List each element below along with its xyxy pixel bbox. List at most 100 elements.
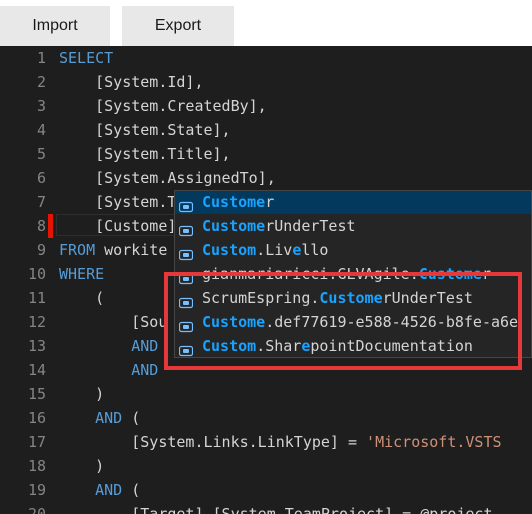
label-text: ScrumEspring. — [202, 289, 320, 307]
sql-keyword: SELECT — [59, 49, 114, 67]
code-line[interactable]: 17 [System.Links.LinkType] = 'Microsoft.… — [0, 430, 532, 454]
code-text: [Sou — [59, 310, 167, 334]
code-text: AND ( — [59, 478, 140, 502]
code-line[interactable]: 5 [System.Title], — [0, 142, 532, 166]
import-button[interactable]: Import — [0, 6, 110, 46]
line-number: 16 — [27, 409, 46, 427]
line-number: 8 — [36, 217, 46, 235]
autocomplete-item[interactable]: Custome.def77619-e588-4526-b8fe-a6e — [175, 310, 531, 334]
code-text: [System.Id], — [59, 70, 204, 94]
code-line[interactable]: 19 AND ( — [0, 478, 532, 502]
autocomplete-item-label: Customer — [202, 191, 275, 214]
sql-keyword: AND — [95, 481, 123, 499]
autocomplete-item[interactable]: Customer — [175, 191, 531, 214]
code-text: AND — [59, 334, 158, 358]
line-number: 11 — [27, 289, 46, 307]
line-number: 19 — [27, 481, 46, 499]
code-token: [Target].[System.TeamProject] = @project — [59, 505, 493, 514]
code-line[interactable]: 15 ) — [0, 382, 532, 406]
toolbar: Import Export — [0, 0, 532, 46]
code-line[interactable]: 20 [Target].[System.TeamProject] = @proj… — [0, 502, 532, 514]
autocomplete-item-label: CustomerUnderTest — [202, 214, 356, 238]
label-text: r — [265, 193, 275, 211]
match-highlight: Custom — [202, 337, 257, 355]
code-token: [System.CreatedBy], — [59, 97, 267, 115]
code-token: ( — [122, 481, 141, 499]
code-token: [System.AssignedTo], — [59, 169, 276, 187]
code-text: SELECT — [59, 46, 113, 70]
code-token: ( — [122, 409, 141, 427]
code-token: ) — [59, 457, 105, 475]
autocomplete-item-label: Custom.Livello — [202, 238, 328, 262]
line-number: 10 — [27, 265, 46, 283]
code-text: [System.Links.LinkType] = 'Microsoft.VST… — [59, 430, 502, 454]
code-token: [Custome] — [59, 217, 177, 235]
label-text: .def77619-e588-4526-b8fe-a6e — [265, 313, 519, 331]
code-line[interactable]: 16 AND ( — [0, 406, 532, 430]
sql-keyword: AND — [59, 361, 159, 379]
match-highlight: Custome — [418, 265, 482, 283]
code-text: FROM workite — [59, 238, 167, 262]
sql-keyword: FROM — [59, 241, 96, 259]
autocomplete-item-label: Custom.SharepointDocumentation — [202, 334, 473, 357]
field-icon — [178, 340, 194, 357]
sql-keyword: AND — [95, 409, 123, 427]
label-text: llo — [301, 241, 329, 259]
sql-keyword: AND — [59, 337, 159, 355]
line-number: 5 — [36, 145, 46, 163]
label-text: r — [481, 265, 491, 283]
code-line[interactable]: 1 SELECT — [0, 46, 532, 70]
label-text: gianmariaricci.GLVAgile. — [202, 265, 419, 283]
code-line[interactable]: 14 AND — [0, 358, 532, 382]
line-number: 3 — [36, 97, 46, 115]
code-line[interactable]: 2 [System.Id], — [0, 70, 532, 94]
field-icon — [178, 316, 194, 333]
autocomplete-item[interactable]: Custom.SharepointDocumentation — [175, 334, 531, 357]
label-text: pointDocumentation — [310, 337, 473, 355]
code-line[interactable]: 3 [System.CreatedBy], — [0, 94, 532, 118]
code-text: [Custome] — [59, 214, 176, 238]
code-token: [System.State], — [59, 121, 231, 139]
code-text: AND ( — [59, 406, 140, 430]
field-icon — [178, 268, 194, 285]
code-text: [System.Title], — [59, 142, 231, 166]
match-highlight: Custome — [202, 313, 266, 331]
line-number: 4 — [36, 121, 46, 139]
field-icon — [178, 220, 194, 237]
label-text: .Liv — [256, 241, 293, 259]
export-button[interactable]: Export — [122, 6, 234, 46]
autocomplete-item[interactable]: ScrumEspring.CustomerUnderTest — [175, 286, 531, 310]
line-number: 20 — [27, 505, 46, 514]
autocomplete-item-label: ScrumEspring.CustomerUnderTest — [202, 286, 473, 310]
code-line[interactable]: 6 [System.AssignedTo], — [0, 166, 532, 190]
sql-keyword: WHERE — [59, 265, 105, 283]
autocomplete-item[interactable]: Custom.Livello — [175, 238, 531, 262]
label-text: rUnderTest — [382, 289, 473, 307]
code-text: WHERE — [59, 262, 104, 286]
autocomplete-item[interactable]: gianmariaricci.GLVAgile.Customer — [175, 262, 531, 286]
code-line[interactable]: 4 [System.State], — [0, 118, 532, 142]
code-token: [System.Links.LinkType] = — [59, 433, 367, 451]
code-token: [System.Title], — [59, 145, 231, 163]
autocomplete-item-label: gianmariaricci.GLVAgile.Customer — [202, 262, 491, 286]
autocomplete-item-label: Custome.def77619-e588-4526-b8fe-a6e — [202, 310, 518, 334]
code-text: [System.CreatedBy], — [59, 94, 267, 118]
autocomplete-item[interactable]: CustomerUnderTest — [175, 214, 531, 238]
string-literal: 'Microsoft.VSTS — [366, 433, 502, 451]
code-line[interactable]: 18 ) — [0, 454, 532, 478]
code-token: [System.Id], — [59, 73, 204, 91]
code-token: workite — [95, 241, 168, 259]
code-token: [Sou — [59, 313, 168, 331]
line-number: 7 — [36, 193, 46, 211]
line-number: 14 — [27, 361, 46, 379]
match-highlight: Custome — [319, 289, 383, 307]
match-highlight: Custom — [202, 241, 257, 259]
label-text: .Shar — [256, 337, 302, 355]
autocomplete-popup: Customer CustomerUnderTest Custom.Livello g… — [174, 190, 532, 358]
match-highlight: e — [292, 241, 302, 259]
field-icon — [178, 292, 194, 309]
match-highlight: Custome — [202, 193, 266, 211]
line-number: 18 — [27, 457, 46, 475]
